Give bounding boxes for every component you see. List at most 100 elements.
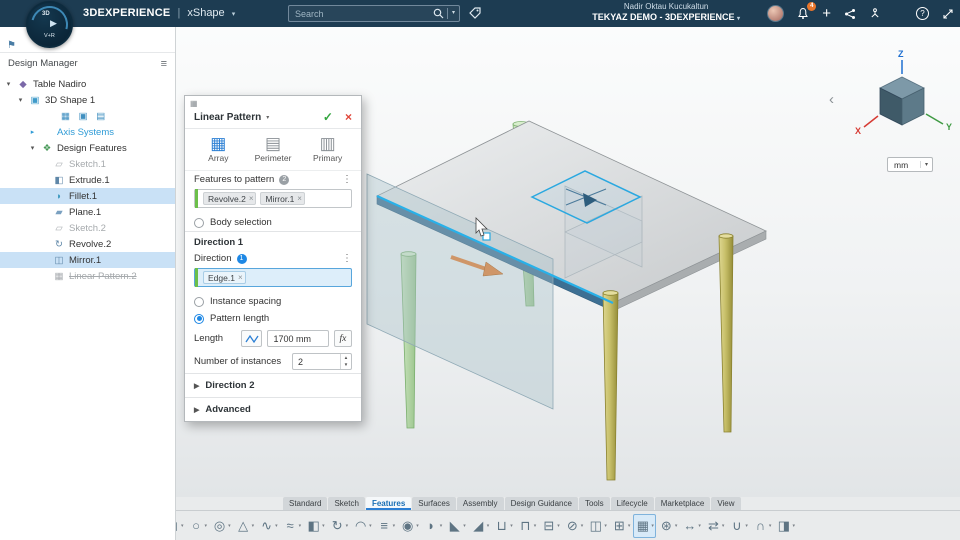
features-selection-field[interactable]: Revolve.2 × Mirror.1 ×	[194, 189, 352, 208]
tool-draft[interactable]: ◢ ▾	[469, 514, 492, 538]
panel-collapse-chevron-icon[interactable]: ‹	[829, 92, 834, 107]
chevron-down-icon[interactable]: ▾	[510, 523, 513, 529]
instance-spacing-option[interactable]: Instance spacing	[185, 293, 361, 310]
3ds-compass-logo[interactable]: 3D ▶ V+R	[26, 1, 73, 48]
chip-close-icon[interactable]: ×	[249, 194, 254, 203]
user-context[interactable]: Nadir Oktau Kucukaltun TEKYAZ DEMO - 3DE…	[592, 2, 740, 24]
tree-item-table-nadiro[interactable]: ▾ ◆ Table Nadiro	[0, 76, 175, 92]
tree-item-3d-shape-1[interactable]: ▾ ▣ 3D Shape 1	[0, 92, 175, 108]
chevron-down-icon[interactable]: ▾	[266, 114, 269, 121]
pattern-length-radio[interactable]	[194, 313, 204, 324]
tool-sweep[interactable]: ∿ ▾	[257, 514, 280, 538]
chevron-down-icon[interactable]: ▾	[369, 523, 372, 529]
tree-item-mirror-1[interactable]: ◫ Mirror.1	[0, 252, 175, 268]
kebab-menu-icon[interactable]: ⋮	[342, 253, 352, 264]
tab-sketch[interactable]: Sketch	[328, 497, 365, 510]
direction-selection-field[interactable]: Edge.1 ×	[194, 268, 352, 287]
search-options-chevron-icon[interactable]: ▾	[446, 8, 455, 19]
chevron-down-icon[interactable]: ▾	[228, 523, 231, 529]
chevron-down-icon[interactable]: ▾	[463, 523, 466, 529]
tree-item-representations[interactable]: ▦ ▣ ▤	[0, 108, 175, 124]
add-content-button[interactable]: +	[822, 5, 831, 22]
chevron-down-icon[interactable]: ▾	[534, 523, 537, 529]
tab-features[interactable]: Features	[365, 497, 412, 510]
chevron-down-icon[interactable]: ▾	[722, 523, 725, 529]
chevron-down-icon[interactable]: ▾	[416, 523, 419, 529]
chevron-down-icon[interactable]: ▾	[557, 523, 560, 529]
tree-item-extrude-1[interactable]: ◧ Extrude.1	[0, 172, 175, 188]
chip-close-icon[interactable]: ×	[238, 273, 243, 282]
chevron-down-icon[interactable]: ▾	[628, 523, 631, 529]
tool-cylinder[interactable]: ◎ ▾	[210, 514, 233, 538]
chevron-down-icon[interactable]: ▾	[181, 523, 184, 529]
mode-perimeter[interactable]: ▤ Perimeter	[246, 134, 301, 164]
chevron-down-icon[interactable]: ▾	[232, 11, 236, 18]
chevron-down-icon[interactable]: ▾	[440, 523, 443, 529]
tool-hole[interactable]: ◉ ▾	[398, 514, 421, 538]
chevron-down-icon[interactable]: ▾	[487, 523, 490, 529]
kebab-menu-icon[interactable]: ⋮	[342, 174, 352, 185]
tool-mirror[interactable]: ◫ ▾	[586, 514, 609, 538]
units-dropdown[interactable]: mm ▾	[887, 157, 933, 172]
view-compass[interactable]: Z X Y	[855, 49, 952, 136]
mode-array[interactable]: ▦ Array	[191, 134, 246, 164]
chevron-down-icon[interactable]: ▾	[581, 523, 584, 529]
chevron-down-icon[interactable]: ▾	[604, 523, 607, 529]
tree-item-revolve-2[interactable]: ↻ Revolve.2	[0, 236, 175, 252]
tool-circular-pattern[interactable]: ⊛ ▾	[657, 514, 680, 538]
tree-item-sketch-1[interactable]: ▱ Sketch.1	[0, 156, 175, 172]
direction-2-section[interactable]: ▶ Direction 2	[185, 373, 361, 397]
chevron-down-icon[interactable]: ▾	[745, 523, 748, 529]
tree-item-fillet-1[interactable]: ◗ Fillet.1	[0, 188, 175, 204]
body-selection-toggle[interactable]	[194, 217, 204, 228]
tenant-selector[interactable]: TEKYAZ DEMO - 3DEXPERIENCE ▾	[592, 12, 740, 24]
chevron-down-icon[interactable]: ▾	[698, 523, 701, 529]
chip-mirror-1[interactable]: Mirror.1 ×	[260, 192, 305, 205]
chevron-down-icon[interactable]: ▾	[322, 523, 325, 529]
tool-thickness[interactable]: ⊓ ▾	[516, 514, 539, 538]
dialog-drag-area[interactable]: ▦	[185, 96, 361, 109]
tab-marketplace[interactable]: Marketplace	[654, 497, 711, 510]
share-button[interactable]	[844, 8, 856, 20]
leg-right[interactable]	[718, 233, 734, 433]
chip-close-icon[interactable]: ×	[297, 194, 302, 203]
stepper-down-icon[interactable]: ▼	[344, 362, 348, 368]
instance-spacing-radio[interactable]	[194, 296, 204, 307]
tree-item-sketch-2[interactable]: ▱ Sketch.2	[0, 220, 175, 236]
chevron-down-icon[interactable]: ▾	[769, 523, 772, 529]
tool-trim[interactable]: ⊘ ▾	[563, 514, 586, 538]
tree-expander-icon[interactable]: ▾	[28, 144, 37, 152]
chevron-down-icon[interactable]: ▾	[275, 523, 278, 529]
tool-union[interactable]: ∪ ▾	[727, 514, 750, 538]
tool-convert[interactable]: ◨ ▾	[774, 514, 797, 538]
tool-linear-pattern[interactable]: ▦ ▾	[633, 513, 656, 538]
pattern-length-option[interactable]: Pattern length	[185, 310, 361, 327]
tool-offset[interactable]: ⊞ ▾	[610, 514, 633, 538]
mode-primary[interactable]: ▥ Primary	[300, 134, 355, 164]
tab-design-guidance[interactable]: Design Guidance	[504, 497, 578, 510]
tool-fillet[interactable]: ◗ ▾	[422, 514, 445, 538]
tree-item-plane-1[interactable]: ▰ Plane.1	[0, 204, 175, 220]
chevron-down-icon[interactable]: ▾	[346, 523, 349, 529]
tool-cone[interactable]: △ ▾	[234, 514, 257, 538]
search-icon[interactable]	[433, 8, 444, 19]
representation-badges[interactable]: ▦ ▣ ▤	[61, 111, 108, 122]
tool-loft[interactable]: ◠ ▾	[351, 514, 374, 538]
tab-surfaces[interactable]: Surfaces	[412, 497, 456, 510]
avatar[interactable]	[767, 5, 785, 22]
advanced-section[interactable]: ▶ Advanced	[185, 397, 361, 421]
tab-view[interactable]: View	[711, 497, 741, 510]
edge-chip[interactable]: Edge.1 ×	[203, 271, 246, 284]
measure-button[interactable]	[241, 330, 263, 347]
tool-split[interactable]: ⊟ ▾	[539, 514, 562, 538]
formula-button[interactable]: fx	[333, 330, 352, 347]
chevron-down-icon[interactable]: ▾	[252, 523, 255, 529]
tab-tools[interactable]: Tools	[578, 497, 610, 510]
notifications-button[interactable]: 4	[797, 2, 817, 20]
stepper-arrows[interactable]: ▲ ▼	[340, 354, 351, 369]
ok-button[interactable]: ✓	[323, 110, 333, 124]
hamburger-menu-icon[interactable]: ≡	[161, 58, 167, 70]
brand[interactable]: 3DEXPERIENCE | xShape ▾	[83, 7, 235, 19]
tool-intersect[interactable]: ∩ ▾	[751, 514, 774, 538]
chip-revolve-2[interactable]: Revolve.2 ×	[203, 192, 257, 205]
